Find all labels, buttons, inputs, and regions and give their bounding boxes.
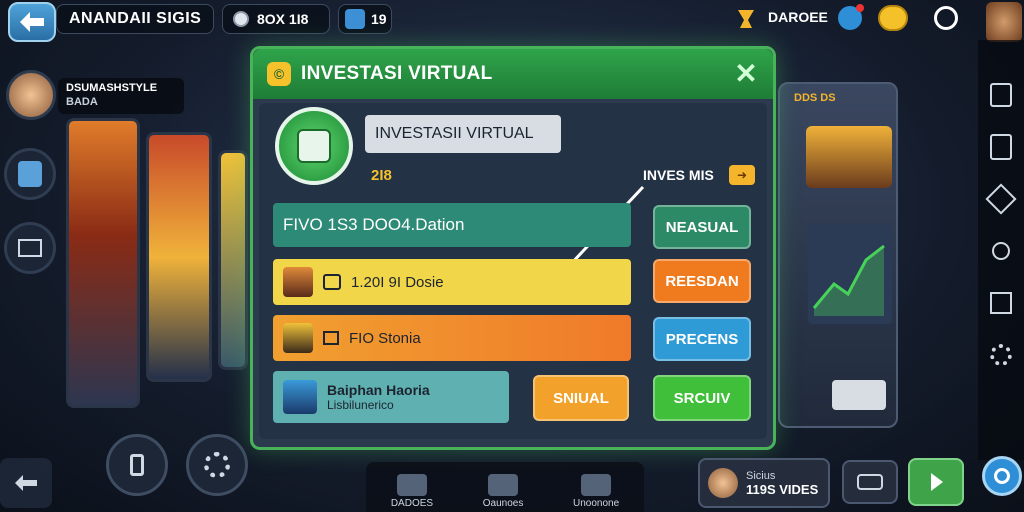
video-card-title: Sicius xyxy=(746,469,776,482)
coin-icon xyxy=(233,11,249,27)
shop-icon xyxy=(488,474,519,496)
feature-title: INVESTASII VIRTUAL xyxy=(365,115,561,153)
player-card-sub: BADA xyxy=(66,96,98,108)
grid-icon[interactable] xyxy=(986,288,1016,318)
row-thumbnail xyxy=(283,323,313,353)
gear-icon[interactable] xyxy=(986,340,1016,370)
poster-left xyxy=(66,118,140,408)
coin-counter: 8OX 1I8 xyxy=(222,4,330,34)
investment-row[interactable]: 1.20I 9I Dosie xyxy=(273,259,631,305)
ticket-icon xyxy=(323,331,339,345)
tab-label: DADOES xyxy=(390,498,434,509)
side-panel-card xyxy=(832,380,886,410)
back-arrow-icon xyxy=(15,475,37,491)
mail-icon xyxy=(581,474,612,496)
video-card-value: 119S VIDES xyxy=(746,481,819,497)
gem-value: 19 xyxy=(371,11,387,27)
gold-coins-icon[interactable] xyxy=(878,5,908,31)
side-stats-panel: DDS DS xyxy=(778,82,898,428)
gem-icon xyxy=(345,9,365,29)
virtual-investment-icon xyxy=(275,107,353,185)
close-button[interactable]: ✕ xyxy=(733,60,759,88)
right-sidebar xyxy=(978,40,1024,460)
back-arrow-icon xyxy=(20,12,44,32)
tag-icon[interactable] xyxy=(985,183,1017,215)
tab-item[interactable]: DADOES xyxy=(391,474,433,509)
row-text-block: Baiphan Haoria Lisbilunerico xyxy=(327,382,430,412)
controller-icon xyxy=(857,474,883,490)
tab-item[interactable]: Unoonone xyxy=(573,474,619,509)
dialog-header: © INVESTASI VIRTUAL xyxy=(253,49,773,99)
inventory-button[interactable] xyxy=(4,148,56,200)
feature-value: 2I8 xyxy=(371,167,392,184)
row-action-button[interactable]: NEASUAL xyxy=(653,205,751,249)
poster-small xyxy=(218,150,248,370)
dialog-title: INVESTASI VIRTUAL xyxy=(301,63,493,84)
clipboard-icon[interactable] xyxy=(986,80,1016,110)
row-text: FIVO 1S3 DOO4.Dation xyxy=(283,215,465,234)
video-card[interactable]: Sicius 119S VIDES xyxy=(698,458,830,508)
growth-chart-icon xyxy=(808,224,892,324)
power-button[interactable] xyxy=(982,456,1022,496)
back-button[interactable] xyxy=(8,2,56,42)
row-text: Baiphan Haoria xyxy=(327,382,430,398)
window-button[interactable] xyxy=(4,222,56,274)
controller-button[interactable] xyxy=(842,460,898,504)
profile-avatar[interactable] xyxy=(986,2,1022,42)
confirm-button[interactable]: SRCUIV xyxy=(653,375,751,421)
video-card-text: Sicius 119S VIDES xyxy=(746,470,818,497)
player-card: DSUMASHSTYLE BADA xyxy=(58,78,184,114)
window-icon xyxy=(18,239,42,257)
row-thumbnail xyxy=(283,267,313,297)
tab-label: Oaunoes xyxy=(482,498,524,509)
investment-row[interactable]: FIVO 1S3 DOO4.Dation xyxy=(273,203,631,247)
player-card-title: DSUMASHSTYLE xyxy=(66,82,158,94)
gear-icon xyxy=(204,452,230,478)
map-pin-icon[interactable] xyxy=(986,236,1016,266)
row-action-button[interactable]: PRECENS xyxy=(653,317,751,361)
next-arrow-icon xyxy=(931,473,943,491)
player-avatar[interactable] xyxy=(6,70,56,120)
settings-button[interactable] xyxy=(186,434,248,496)
side-panel-header: DDS DS xyxy=(794,92,836,104)
poster-middle xyxy=(146,132,212,382)
investment-row[interactable]: FIO Stonia xyxy=(273,315,631,361)
next-button[interactable] xyxy=(908,458,964,506)
coin-value: 8OX 1I8 xyxy=(257,11,309,27)
coin-icon xyxy=(323,274,341,290)
row-text: 1.20I 9I Dosie xyxy=(351,273,444,291)
settings-icon[interactable] xyxy=(934,6,958,30)
invest-arrow-button[interactable]: ➜ xyxy=(729,165,755,185)
row-thumbnail xyxy=(283,380,317,414)
bottom-back-button[interactable] xyxy=(0,458,52,508)
invest-label: INVES MIS xyxy=(643,167,714,183)
tab-item[interactable]: Oaunoes xyxy=(482,474,524,509)
row-text: FIO Stonia xyxy=(349,329,421,347)
player-name: ANANDAII SIGIS xyxy=(56,4,214,34)
notification-icon[interactable] xyxy=(838,4,864,30)
bottom-tabbar: DADOES Oaunoes Unoonone xyxy=(366,462,644,512)
row-subtext: Lisbilunerico xyxy=(327,398,394,412)
stop-icon xyxy=(130,454,144,476)
investment-row[interactable]: Baiphan Haoria Lisbilunerico xyxy=(273,371,509,423)
video-thumbnail xyxy=(708,468,738,498)
inventory-icon xyxy=(18,161,42,187)
power-icon xyxy=(994,468,1010,484)
trophy-icon[interactable] xyxy=(734,6,758,30)
document-icon[interactable] xyxy=(986,132,1016,162)
row-action-button[interactable]: REESDAN xyxy=(653,259,751,303)
tab-label: Unoonone xyxy=(573,498,620,509)
virtual-button[interactable]: SNIUAL xyxy=(533,375,629,421)
top-label: DAROEE xyxy=(768,9,828,25)
side-panel-portrait xyxy=(806,126,892,188)
gem-counter: 19 xyxy=(338,4,392,34)
coin-icon: © xyxy=(267,62,291,86)
investment-dialog: © INVESTASI VIRTUAL ✕ INVESTASII VIRTUAL… xyxy=(250,46,776,450)
bag-icon xyxy=(396,474,427,496)
stop-button[interactable] xyxy=(106,434,168,496)
